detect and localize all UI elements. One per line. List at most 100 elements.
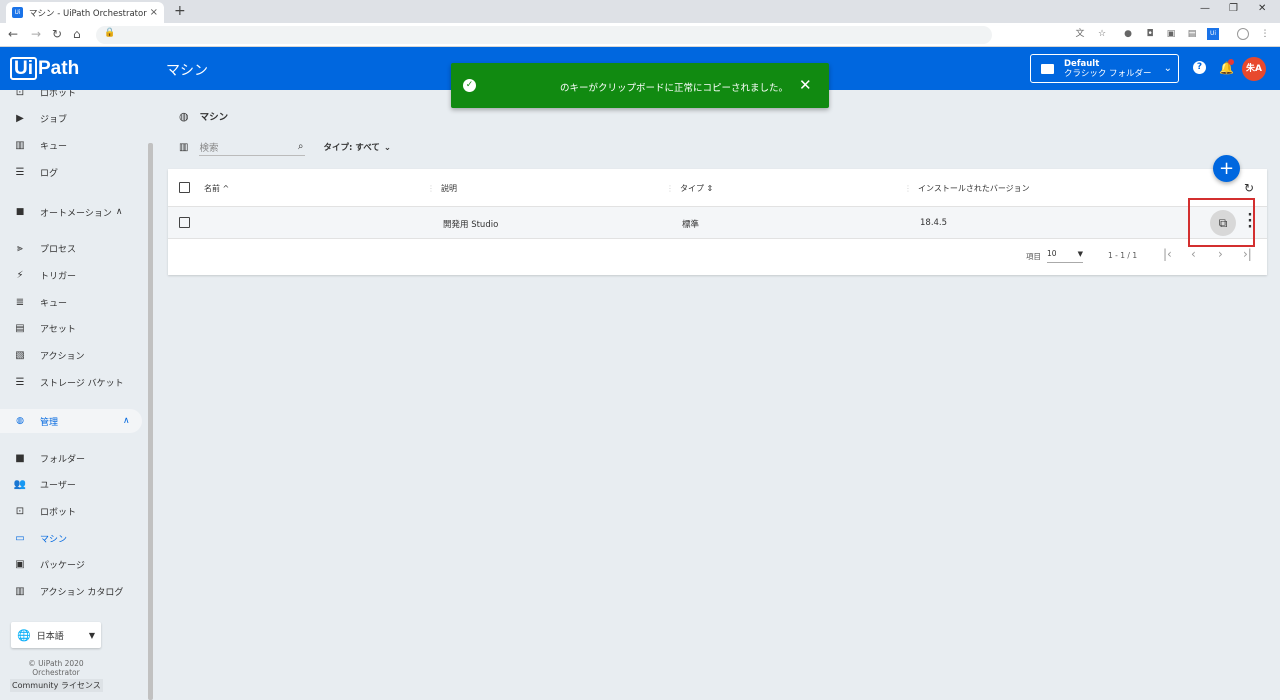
sidebar-item-triggers[interactable]: ⚡ トリガー <box>0 263 142 287</box>
browser-tab[interactable]: Ui マシン - UiPath Orchestrator × <box>6 2 164 23</box>
translate-icon[interactable]: 文 <box>1074 28 1086 40</box>
lock-icon[interactable]: 🔒 <box>104 28 115 38</box>
list-icon: ☰ <box>15 166 25 178</box>
folder-selector[interactable]: Default クラシック フォルダー ⌄ <box>1030 54 1179 83</box>
close-window-icon[interactable]: ✕ <box>1258 3 1266 14</box>
first-page-icon[interactable]: |‹ <box>1163 247 1172 261</box>
tab-close-icon[interactable]: × <box>150 7 158 18</box>
sort-icon: ⇕ <box>706 184 714 193</box>
reload-icon[interactable]: ↻ <box>52 27 62 41</box>
caret-down-icon: ▼ <box>88 630 95 640</box>
column-header-description[interactable]: ⋮ 説明 <box>427 183 457 194</box>
refresh-icon[interactable]: ↻ <box>1244 181 1254 195</box>
chevron-down-icon: ⌄ <box>1163 63 1172 74</box>
pdf-extension-icon[interactable]: ▤ <box>1186 28 1198 40</box>
sidebar-item-folders[interactable]: ■ フォルダー <box>0 446 142 470</box>
catalog-icon: ▥ <box>15 585 25 597</box>
chevron-up-icon: ∧ <box>115 207 123 217</box>
drag-handle-icon[interactable]: ⋮ <box>427 184 435 193</box>
forward-arrow-icon[interactable]: → <box>31 27 41 41</box>
page-title: マシン <box>166 63 208 79</box>
queue-icon: ≣ <box>15 296 25 308</box>
back-arrow-icon[interactable]: ← <box>8 27 18 41</box>
profile-icon[interactable] <box>1237 28 1249 40</box>
last-page-icon[interactable]: ›| <box>1243 247 1252 261</box>
cell-version: 18.4.5 <box>920 218 948 228</box>
uipath-extension-icon[interactable]: Ui <box>1207 28 1219 40</box>
restore-window-icon[interactable]: ❐ <box>1229 3 1238 14</box>
new-tab-button[interactable]: + <box>174 3 186 19</box>
drag-handle-icon[interactable]: ⋮ <box>904 184 912 193</box>
package-icon: ▣ <box>15 558 25 570</box>
sidebar-item-assets[interactable]: ▤ アセット <box>0 316 142 340</box>
sidebar-item-users[interactable]: 👥 ユーザー <box>0 472 142 496</box>
sort-asc-icon: ^ <box>222 184 230 193</box>
users-icon: 👥 <box>13 478 27 490</box>
sidebar-item-robots[interactable]: ⊡ ロボット <box>0 90 142 104</box>
prev-page-icon[interactable]: ‹ <box>1191 247 1196 261</box>
minimize-window-icon[interactable]: — <box>1200 3 1210 14</box>
search-input[interactable]: 検索 ⌕ <box>199 138 306 156</box>
column-header-name[interactable]: 名前 ^ <box>204 183 229 194</box>
column-header-type[interactable]: ⋮ タイプ ⇕ <box>666 183 713 194</box>
url-input[interactable] <box>96 26 992 44</box>
add-machine-button[interactable]: + <box>1213 155 1240 182</box>
row-checkbox[interactable] <box>179 217 190 228</box>
toolbar: ▥ 検索 ⌕ タイプ: すべて ⌄ <box>179 138 391 156</box>
next-page-icon[interactable]: › <box>1218 247 1223 261</box>
tab-title: マシン - UiPath Orchestrator <box>29 8 147 19</box>
chevron-down-icon: ⌄ <box>383 143 392 153</box>
globe-icon: ◍ <box>16 416 24 426</box>
type-filter-dropdown[interactable]: タイプ: すべて ⌄ <box>323 141 391 153</box>
browser-tab-bar: Ui マシン - UiPath Orchestrator × + — ❐ ✕ <box>0 0 1280 23</box>
camera-extension-icon[interactable]: ◘ <box>1144 28 1156 40</box>
hierarchy-icon: ⫸ <box>17 242 23 254</box>
sidebar-item-storage-buckets[interactable]: ☰ ストレージ バケット <box>0 370 142 394</box>
cell-description: 開発用 Studio <box>443 220 499 230</box>
sidebar-item-processes[interactable]: ⫸ プロセス <box>0 236 142 260</box>
sidebar-item-queues-automation[interactable]: ≣ キュー <box>0 290 142 314</box>
folder-name: Default <box>1064 58 1100 69</box>
machines-table: 名前 ^ ⋮ 説明 ⋮ タイプ ⇕ ⋮ インストールされたバージョン ↻ 開発用 St… <box>168 169 1267 275</box>
sidebar-item-queues[interactable]: ▥ キュー <box>0 133 142 157</box>
browser-address-bar: ← → ↻ ⌂ 🔒 文 ☆ ● ◘ ▣ ▤ Ui ⋮ <box>0 23 1280 47</box>
columns-icon[interactable]: ▥ <box>179 142 188 153</box>
sidebar-scrollbar[interactable] <box>148 143 153 700</box>
license-label: Community ライセンス <box>10 679 103 692</box>
sidebar-item-packages[interactable]: ▣ パッケージ <box>0 552 142 576</box>
folder-icon: ■ <box>15 452 25 464</box>
search-icon[interactable]: ⌕ <box>298 141 304 152</box>
extension-icon[interactable]: ● <box>1122 28 1134 40</box>
folder-icon <box>1041 63 1054 74</box>
storage-icon: ☰ <box>15 376 25 388</box>
sidebar-item-action-catalogs[interactable]: ▥ アクション カタログ <box>0 579 142 603</box>
success-toast: ✓ のキーがクリップボードに正常にコピーされました。 ✕ <box>451 63 829 108</box>
sidebar-section-automation[interactable]: ■ オートメーション ∧ <box>0 200 142 224</box>
chat-extension-icon[interactable]: ▣ <box>1165 28 1177 40</box>
bookmark-star-icon[interactable]: ☆ <box>1096 28 1108 40</box>
home-icon[interactable]: ⌂ <box>73 27 81 41</box>
close-icon[interactable]: ✕ <box>799 76 812 94</box>
check-circle-icon: ✓ <box>463 79 476 92</box>
page-size-select[interactable]: 10 ▼ <box>1047 249 1083 263</box>
uipath-logo[interactable]: Ui Path <box>10 56 79 81</box>
sidebar-section-admin[interactable]: ◍ 管理 ∧ <box>0 409 142 433</box>
browser-menu-icon[interactable]: ⋮ <box>1259 28 1271 40</box>
select-all-checkbox[interactable] <box>179 182 190 193</box>
sidebar-item-jobs[interactable]: ▶ ジョブ <box>0 106 142 130</box>
chevron-up-icon: ∧ <box>123 416 130 426</box>
breadcrumb: ◍ マシン <box>179 109 229 124</box>
sidebar-item-actions[interactable]: ▧ アクション <box>0 343 142 367</box>
cell-type: 標準 <box>682 220 700 230</box>
sidebar-item-logs[interactable]: ☰ ログ <box>0 160 142 184</box>
drag-handle-icon[interactable]: ⋮ <box>666 184 674 193</box>
sidebar-item-machines[interactable]: ▭ マシン <box>0 526 142 550</box>
sidebar-item-robots-admin[interactable]: ⊡ ロボット <box>0 499 142 523</box>
notification-badge <box>1228 59 1234 65</box>
help-icon[interactable]: ? <box>1193 61 1206 74</box>
column-header-version[interactable]: ⋮ インストールされたバージョン <box>904 183 1030 194</box>
table-row[interactable]: 開発用 Studio 標準 18.4.5 <box>168 207 1267 239</box>
avatar[interactable]: 朱A <box>1242 57 1266 81</box>
language-selector[interactable]: 🌐 日本語 ▼ <box>11 622 101 648</box>
monitor-icon: ▭ <box>15 532 25 544</box>
